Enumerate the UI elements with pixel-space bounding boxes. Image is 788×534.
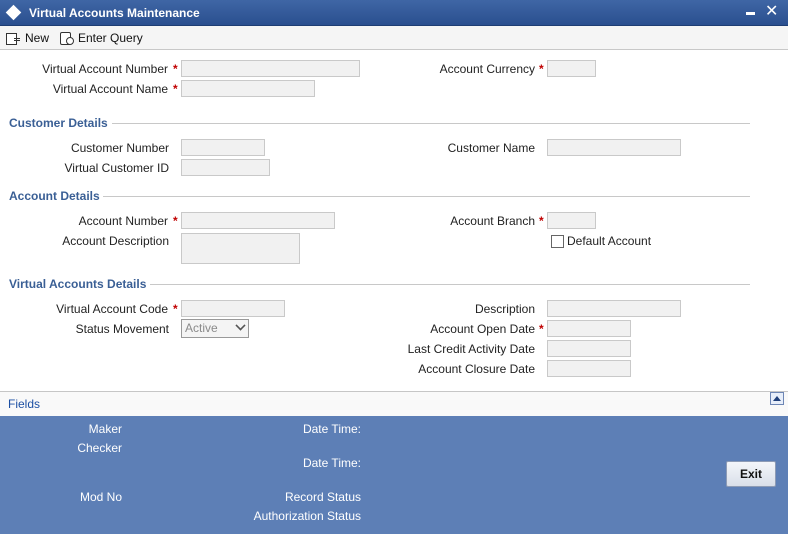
account-closure-date-label: Account Closure Date — [418, 362, 535, 376]
virtual-account-name-label: Virtual Account Name — [52, 82, 168, 96]
window-title: Virtual Accounts Maintenance — [29, 6, 200, 20]
new-record-icon — [5, 31, 21, 45]
virtual-customer-id-input[interactable] — [181, 159, 270, 176]
account-open-date-label: Account Open Date — [430, 322, 535, 336]
account-description-textarea[interactable] — [181, 233, 300, 264]
status-movement-select[interactable]: Active — [181, 319, 249, 338]
description-label: Description — [474, 302, 535, 316]
status-movement-label: Status Movement — [75, 322, 169, 336]
default-account-checkbox[interactable] — [551, 235, 564, 248]
required-marker: * — [539, 62, 544, 76]
required-marker: * — [173, 302, 178, 316]
description-input[interactable] — [547, 300, 681, 317]
account-branch-label: Account Branch — [450, 214, 535, 228]
virtual-accounts-details-section-title: Virtual Accounts Details — [9, 277, 147, 291]
account-number-label: Account Number — [78, 214, 168, 228]
account-currency-label: Account Currency — [439, 62, 535, 76]
mod-no-label: Mod No — [79, 490, 122, 504]
authorization-status-label: Authorization Status — [253, 509, 361, 523]
enter-query-button[interactable]: Enter Query — [58, 29, 143, 47]
close-icon[interactable]: ✕ — [765, 3, 778, 21]
virtual-account-code-input[interactable] — [181, 300, 285, 317]
virtual-account-number-label: Virtual Account Number — [42, 62, 168, 76]
virtual-account-name-input[interactable] — [181, 80, 315, 97]
customer-details-section-title: Customer Details — [9, 116, 108, 130]
checker-date-time-label: Date Time: — [302, 456, 361, 470]
fields-link[interactable]: Fields — [8, 397, 40, 411]
required-marker: * — [539, 322, 544, 336]
exit-button[interactable]: Exit — [726, 461, 776, 487]
customer-name-input[interactable] — [547, 139, 681, 156]
account-branch-input[interactable] — [547, 212, 596, 229]
virtual-account-number-input[interactable] — [181, 60, 360, 77]
account-description-label: Account Description — [62, 234, 169, 248]
customer-name-label: Customer Name — [447, 141, 535, 155]
section-divider — [103, 196, 750, 197]
maker-date-time-label: Date Time: — [302, 422, 361, 436]
account-closure-date-input[interactable] — [547, 360, 631, 377]
account-details-section-title: Account Details — [9, 189, 100, 203]
section-divider — [150, 284, 750, 285]
last-credit-activity-date-input[interactable] — [547, 340, 631, 357]
status-movement-value: Active — [185, 321, 218, 335]
customer-number-input[interactable] — [181, 139, 265, 156]
required-marker: * — [173, 62, 178, 76]
virtual-account-code-label: Virtual Account Code — [56, 302, 168, 316]
account-currency-input[interactable] — [547, 60, 596, 77]
customer-number-label: Customer Number — [70, 141, 169, 155]
account-open-date-input[interactable] — [547, 320, 631, 337]
fields-bar: Fields — [0, 391, 788, 416]
chevron-down-icon — [235, 320, 246, 331]
new-button[interactable]: New — [5, 29, 49, 47]
window-titlebar: Virtual Accounts Maintenance ✕ — [0, 0, 788, 26]
virtual-customer-id-label: Virtual Customer ID — [64, 161, 169, 175]
default-account-label: Default Account — [567, 234, 652, 248]
required-marker: * — [539, 214, 544, 228]
scroll-up-icon[interactable] — [770, 392, 784, 405]
app-diamond-icon — [5, 4, 22, 21]
toolbar: New Enter Query — [0, 26, 788, 50]
maker-label: Maker — [88, 422, 122, 436]
section-divider — [112, 123, 750, 124]
new-button-label: New — [25, 31, 50, 45]
account-number-input[interactable] — [181, 212, 335, 229]
required-marker: * — [173, 214, 178, 228]
required-marker: * — [173, 82, 178, 96]
last-credit-activity-date-label: Last Credit Activity Date — [407, 342, 535, 356]
enter-query-button-label: Enter Query — [78, 31, 143, 45]
record-status-label: Record Status — [284, 490, 361, 504]
checker-label: Checker — [77, 441, 122, 455]
minimize-icon[interactable] — [746, 12, 755, 15]
enter-query-icon — [58, 31, 74, 45]
